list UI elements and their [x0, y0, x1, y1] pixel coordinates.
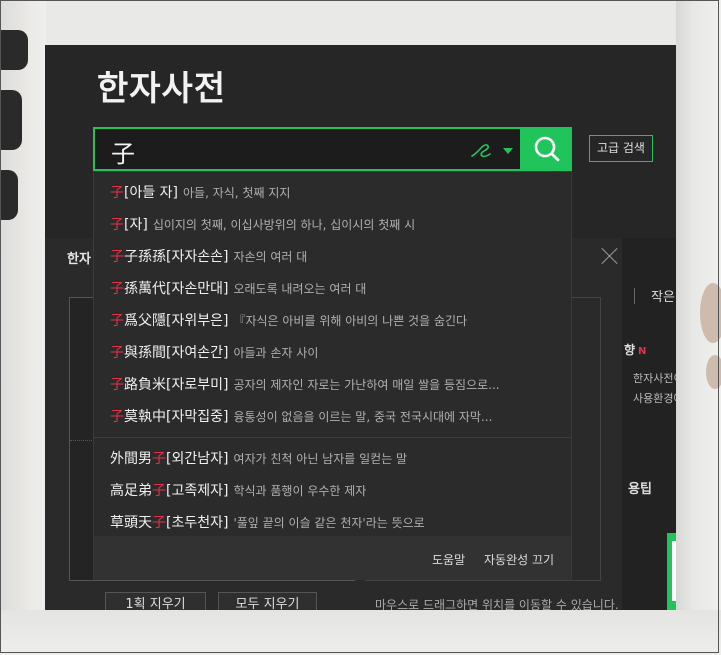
notice-heading-text: 향 — [624, 343, 636, 357]
notice-heading: 향N — [624, 341, 646, 358]
suggestion-definition: 학식과 품행이 우수한 제자 — [233, 484, 367, 498]
suggestion-definition: 아들, 자식, 첫째 지지 — [183, 186, 291, 200]
suggestion-item[interactable]: 子路負米[자로부미] 공자의 제자인 자로는 가난하여 매일 쌀을 등짐으로... — [110, 374, 500, 396]
suggestion-definition: 오래도록 내려오는 여러 대 — [233, 282, 367, 296]
drag-hint: 마우스로 드래그하면 위치를 이동할 수 있습니다. — [375, 598, 619, 610]
divider — [634, 288, 635, 304]
suggestion-item[interactable]: 外間男子[외간남자] 여자가 친척 아닌 남자를 일컫는 말 — [110, 448, 407, 470]
suggestion-definition: 십이지의 첫째, 이십사방위의 하나, 십이시의 첫째 시 — [152, 218, 416, 232]
search-icon — [534, 136, 560, 162]
suggestion-item[interactable]: 高足弟子[고족제자] 학식과 품행이 우수한 제자 — [110, 480, 366, 502]
background-bottom — [0, 610, 721, 655]
suggestion-item[interactable]: 子[자] 십이지의 첫째, 이십사방위의 하나, 십이시의 첫째 시 — [110, 214, 415, 236]
suggestion-highlight: 子 — [110, 217, 124, 233]
suggestion-definition: 『자식은 아비를 위해 아비의 나쁜 것을 숨긴다 — [233, 314, 468, 328]
search-box[interactable]: 子 — [93, 127, 522, 171]
tip-heading: 용팁 — [628, 482, 652, 497]
suggestion-highlight: 子 — [110, 281, 124, 297]
suggestion-highlight: 子 — [110, 249, 124, 265]
ink-stroke — [0, 90, 22, 150]
suggestion-word: 路負米[자로부미] — [124, 377, 229, 393]
side-banner-inner — [672, 541, 676, 601]
suggestion-word: 孫萬代[자손만대] — [124, 281, 229, 297]
suggestion-item[interactable]: 子子孫孫[자자손손] 자손의 여러 대 — [110, 246, 307, 268]
background-left — [0, 0, 46, 655]
suggestion-item[interactable]: 子與孫間[자여손간] 아들과 손자 사이 — [110, 342, 318, 364]
suggestion-item[interactable]: 子莫執中[자막집중] 융통성이 없음을 이르는 말, 중국 전국시대에 자막... — [110, 406, 492, 428]
clear-one-stroke-button[interactable]: 1획 지우기 — [105, 592, 206, 610]
suggestion-definition: 아들과 손자 사이 — [233, 346, 319, 360]
autocomplete-off-link[interactable]: 자동완성 끄기 — [484, 551, 554, 568]
suggestion-highlight: 子 — [110, 377, 124, 393]
autocomplete-dropdown: 子[아들 자] 아들, 자식, 첫째 지지 子[자] 십이지의 첫째, 이십사방위의… — [93, 171, 572, 580]
suggestion-item[interactable]: 子爲父隱[자위부은] 『자식은 아비를 위해 아비의 나쁜 것을 숨긴다 — [110, 310, 467, 332]
suggestion-word: [외간남자] — [166, 451, 229, 467]
suggestion-item[interactable]: 子[아들 자] 아들, 자식, 첫째 지지 — [110, 182, 290, 204]
font-size-small[interactable]: 작은 — [651, 286, 675, 305]
suggestion-word: 莫執中[자막집중] — [124, 409, 229, 425]
suggestion-prefix: 外間男 — [110, 451, 152, 467]
background-right — [676, 0, 721, 655]
suggestion-highlight: 子 — [152, 451, 166, 467]
ink-stroke — [0, 170, 18, 220]
page-title: 한자사전 — [97, 69, 227, 109]
clear-all-button[interactable]: 모두 지우기 — [218, 592, 317, 610]
search-button[interactable] — [522, 127, 572, 171]
suggestion-highlight: 子 — [110, 345, 124, 361]
notice-line: 한자사전이 — [633, 372, 676, 385]
suggestion-prefix: 草頭天 — [110, 515, 152, 531]
suggestion-definition: 융통성이 없음을 이르는 말, 중국 전국시대에 자막... — [233, 410, 493, 424]
suggestion-prefix: 高足弟 — [110, 483, 152, 499]
suggestion-word: 與孫間[자여손간] — [124, 345, 229, 361]
new-badge: N — [638, 346, 647, 357]
suggestion-item[interactable]: 草頭天子[초두천자] '풀잎 끝의 이슬 같은 천자'라는 뜻으로 — [110, 512, 425, 534]
search-input[interactable]: 子 — [111, 134, 135, 169]
dropdown-footer: 도움말 자동완성 끄기 — [94, 536, 571, 580]
handwriting-icon[interactable] — [470, 141, 492, 159]
handwriting-tab[interactable]: 한자 — [67, 248, 91, 267]
suggestion-definition: 공자의 제자인 자로는 가난하여 매일 쌀을 등짐으로... — [233, 378, 500, 392]
hanja-dictionary-window: 한자사전 子 고급 검색 한자 1획 지우기 모두 지우기 마우스로 드래그하면… — [45, 45, 676, 610]
suggestion-item[interactable]: 子孫萬代[자손만대] 오래도록 내려오는 여러 대 — [110, 278, 366, 300]
suggestion-highlight: 子 — [152, 515, 166, 531]
close-icon[interactable] — [599, 245, 621, 267]
suggestion-highlight: 子 — [110, 313, 124, 329]
suggestion-word: [고족제자] — [166, 483, 229, 499]
ink-stroke — [0, 30, 28, 70]
suggestion-definition: 여자가 친척 아닌 남자를 일컫는 말 — [233, 452, 408, 466]
background-blob — [706, 355, 721, 389]
suggestion-definition: '풀잎 끝의 이슬 같은 천자'라는 뜻으로 — [233, 516, 425, 530]
background-blob — [700, 283, 721, 343]
suggestion-word: [초두천자] — [166, 515, 229, 531]
suggestion-word: [자] — [124, 217, 148, 233]
suggestion-word: [아들 자] — [124, 185, 179, 201]
divider — [94, 437, 571, 438]
notice-line: 사용환경에 — [633, 392, 676, 405]
help-link[interactable]: 도움말 — [432, 551, 465, 568]
suggestion-word: 爲父隱[자위부은] — [124, 313, 229, 329]
advanced-search-button[interactable]: 고급 검색 — [589, 135, 653, 162]
suggestion-highlight: 子 — [110, 185, 124, 201]
suggestion-highlight: 子 — [110, 409, 124, 425]
suggestion-highlight: 子 — [152, 483, 166, 499]
suggestion-definition: 자손의 여러 대 — [233, 250, 308, 264]
chevron-down-icon[interactable] — [503, 148, 513, 154]
suggestion-word: 子孫孫[자자손손] — [124, 249, 229, 265]
